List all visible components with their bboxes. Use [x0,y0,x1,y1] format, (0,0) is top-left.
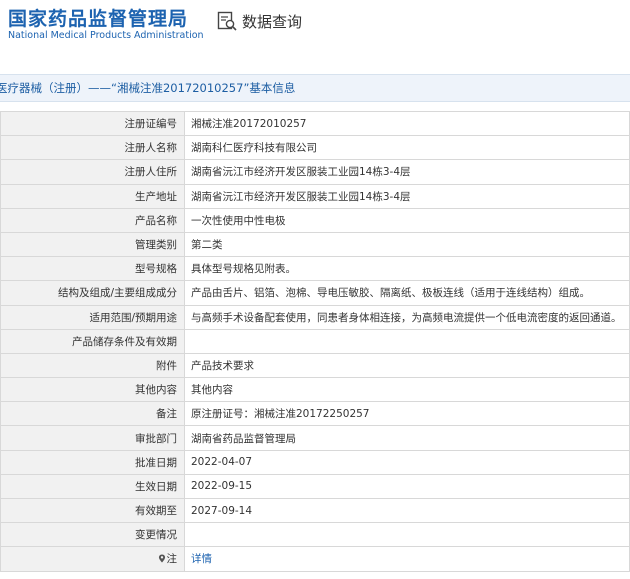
table-row: 产品名称 一次性使用中性电极 [0,207,630,233]
field-label: 结构及组成/主要组成成分 [0,280,185,306]
field-label: 批准日期 [0,449,185,475]
data-query-link[interactable]: 数据查询 [216,10,302,32]
field-label: 附件 [0,352,185,379]
info-table: 注册证编号 湘械注准20172010257 注册人名称 湖南科仁医疗科技有限公司 注册人… [0,110,630,572]
table-row: 批准日期 2022-04-07 [0,449,630,475]
detail-title-bar: 医疗器械（注册）——“湘械注准20172010257”基本信息 [0,74,630,102]
table-row: 有效期至 2027-09-14 [0,497,630,524]
field-label: 有效期至 [0,497,185,524]
table-row: 注册证编号 湘械注准20172010257 [0,110,630,137]
data-query-label: 数据查询 [242,12,303,31]
field-value: 产品由舌片、铝箔、泡棉、导电压敏胶、隔离纸、极板连线（适用于连线结构）组成。 [184,280,630,306]
field-label: 注册证编号 [0,110,185,137]
field-value: 第二类 [184,231,630,258]
detail-title: 医疗器械（注册）——“湘械注准20172010257”基本信息 [0,81,296,95]
field-value: 与高频手术设备配套使用，同患者身体相连接，为高频电流提供一个低电流密度的返回通道… [184,304,630,330]
field-label: 其他内容 [0,377,185,403]
field-label: 型号规格 [0,256,185,282]
field-label: 备注 [0,401,185,427]
note-label: 注 [166,553,178,566]
table-row: 注册人名称 湖南科仁医疗科技有限公司 [0,135,630,161]
field-value [184,522,630,548]
field-value: 产品技术要求 [184,352,630,379]
table-row: 结构及组成/主要组成成分 产品由舌片、铝箔、泡棉、导电压敏胶、隔离纸、极板连线（适… [0,280,630,306]
table-row: 附件 产品技术要求 [0,352,630,379]
field-label: 审批部门 [0,425,185,451]
note-label-cell: 注 [0,546,185,572]
field-value: 具体型号规格见附表。 [184,256,630,282]
field-value: 湘械注准20172010257 [184,110,630,137]
field-label: 注册人住所 [0,159,185,185]
table-row: 其他内容 其他内容 [0,377,630,403]
field-label: 变更情况 [0,522,185,548]
note-value-cell: 详情 [184,546,630,572]
field-value: 湖南省药品监督管理局 [184,425,630,451]
field-value: 原注册证号：湘械注准20172250257 [184,401,630,427]
field-label: 注册人名称 [0,135,185,161]
field-value: 2027-09-14 [184,497,630,524]
field-value: 湖南省沅江市经济开发区服装工业园14栋3-4层 [184,159,630,185]
field-value: 其他内容 [184,377,630,403]
field-label: 产品储存条件及有效期 [0,328,185,354]
table-row-note: 注 详情 [0,546,630,572]
field-value: 湖南省沅江市经济开发区服装工业园14栋3-4层 [184,183,630,209]
field-label: 管理类别 [0,231,185,258]
field-value: 湖南科仁医疗科技有限公司 [184,135,630,161]
table-row: 审批部门 湖南省药品监督管理局 [0,425,630,451]
table-row: 生产地址 湖南省沅江市经济开发区服装工业园14栋3-4层 [0,183,630,209]
table-row: 管理类别 第二类 [0,231,630,258]
field-value: 2022-09-15 [184,473,630,500]
table-row: 注册人住所 湖南省沅江市经济开发区服装工业园14栋3-4层 [0,159,630,185]
field-value: 2022-04-07 [184,449,630,475]
logo-chinese[interactable]: 国家药品监督管理局 [8,4,188,31]
document-search-icon [217,11,237,31]
table-row: 型号规格 具体型号规格见附表。 [0,256,630,282]
field-value [184,328,630,354]
table-row: 适用范围/预期用途 与高频手术设备配套使用，同患者身体相连接，为高频电流提供一个低… [0,304,630,330]
site-header: 国家药品监督管理局 National Medical Products Admi… [0,0,630,62]
field-value: 一次性使用中性电极 [184,207,630,233]
table-row: 备注 原注册证号：湘械注准20172250257 [0,401,630,427]
detail-link[interactable]: 详情 [191,553,212,565]
table-row: 产品储存条件及有效期 [0,328,630,354]
field-label: 生产地址 [0,183,185,209]
field-label: 生效日期 [0,473,185,500]
table-row: 生效日期 2022-09-15 [0,473,630,500]
field-label: 适用范围/预期用途 [0,304,185,330]
field-label: 产品名称 [0,207,185,233]
table-row: 变更情况 [0,522,630,548]
location-pin-icon [158,554,165,564]
logo-english[interactable]: National Medical Products Administration [8,30,204,41]
